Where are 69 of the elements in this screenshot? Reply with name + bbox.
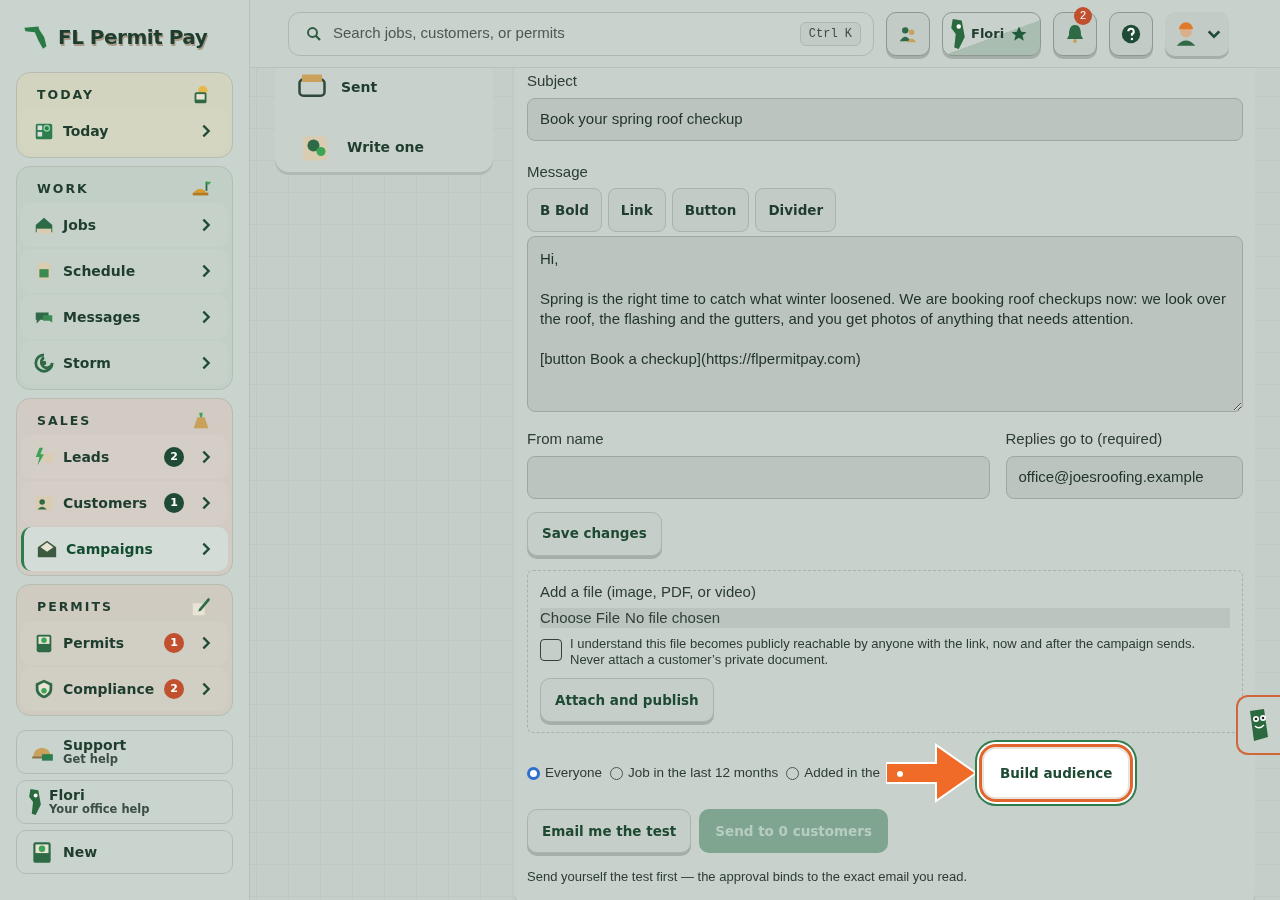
save-button[interactable]: Save changes xyxy=(527,511,662,556)
footer-link[interactable]: New xyxy=(16,830,233,874)
count-badge: 2 xyxy=(164,447,184,467)
link-subtitle: Get help xyxy=(63,753,118,766)
nav-label: Storm xyxy=(63,353,111,373)
help-icon xyxy=(1120,22,1143,45)
format-button[interactable]: Divider xyxy=(755,188,837,232)
pointer-arrow-icon xyxy=(885,743,978,803)
nav-label: Campaigns xyxy=(66,539,153,559)
audience-option[interactable]: Job in the last 12 months xyxy=(610,762,779,784)
footer-link[interactable]: Support Get help xyxy=(16,730,233,774)
link-subtitle: Your office help xyxy=(49,803,150,816)
field-label: Add a file (image, PDF, or video) xyxy=(540,581,757,602)
choose-file-button[interactable]: Choose File xyxy=(540,606,621,630)
count-badge: 2 xyxy=(164,679,184,699)
field-label: Replies go to (required) xyxy=(1005,429,1164,449)
field-label: From name xyxy=(527,429,605,449)
shield-icon xyxy=(33,678,55,700)
footer-link[interactable]: Flori Your office help xyxy=(16,780,233,824)
search-placeholder: Search jobs, customers, or permits xyxy=(333,23,565,44)
format-button[interactable]: Button xyxy=(671,188,750,232)
link-title: Support xyxy=(63,738,127,753)
message-field[interactable]: Hi, Spring is the right time to catch what winter loosened. We are booking roof checkups now: we look over the roof, the flashing and the gutters, and you get photos of anything that needs attention. [button Book a checkup](https://flpermitpay.com) xyxy=(527,236,1243,412)
help-button[interactable] xyxy=(1109,11,1154,56)
swirl-icon xyxy=(33,352,55,374)
panel-link[interactable]: Sent xyxy=(297,68,479,106)
account-menu-button[interactable] xyxy=(1165,11,1230,56)
audience-option[interactable]: Everyone xyxy=(527,762,603,784)
nav-label: Jobs xyxy=(63,215,97,235)
group-title: PERMITS xyxy=(37,597,113,616)
count-badge: 1 xyxy=(164,493,184,513)
file-status: No file chosen xyxy=(625,607,721,628)
field-label: Message xyxy=(527,161,589,182)
nav-label: Customers xyxy=(63,493,148,513)
notification-badge: 2 xyxy=(1074,6,1093,25)
audience-option[interactable]: Added in the xyxy=(786,762,880,784)
help-text: Send yourself the test first — the approval binds to the exact email you read. xyxy=(527,868,969,886)
consent-checkbox[interactable] xyxy=(540,639,562,661)
email-test-button[interactable]: Email me the test xyxy=(527,809,692,853)
panel-link[interactable]: Write one xyxy=(297,116,479,178)
group-title: SALES xyxy=(37,411,92,430)
nav-item[interactable]: Campaigns xyxy=(21,527,228,571)
team-button[interactable] xyxy=(886,11,930,56)
format-button[interactable]: Link xyxy=(607,188,666,232)
nav-label: Schedule xyxy=(63,261,136,281)
attach-button[interactable]: Attach and publish xyxy=(540,678,714,722)
nav-label: Messages xyxy=(63,307,141,327)
search-icon xyxy=(305,24,323,43)
link-title: New xyxy=(63,844,98,860)
count-badge: 1 xyxy=(164,633,184,653)
consent-text: I understand this file becomes publicly reachable by anyone with the link, now and after the campaign sends. Never attach a customer’s private document. xyxy=(570,636,1197,668)
app-logo-text: FL Permit Pay xyxy=(58,24,208,51)
from-name-field[interactable] xyxy=(527,455,990,499)
pen-paper-icon xyxy=(190,596,212,618)
group-title: WORK xyxy=(37,179,89,198)
assistant-button[interactable]: Flori xyxy=(942,11,1042,56)
field-label: Subject xyxy=(527,71,579,91)
mascot-button[interactable] xyxy=(1236,695,1280,755)
link-title: Flori xyxy=(49,788,86,803)
format-button[interactable]: B Bold xyxy=(527,188,602,232)
nav-label: Leads xyxy=(63,447,110,467)
nav-label: Permits xyxy=(63,633,125,653)
reply-to-field[interactable]: office@joesroofing.example xyxy=(1005,455,1243,499)
subject-field[interactable]: Book your spring roof checkup xyxy=(527,97,1243,141)
nav-label: Today xyxy=(63,121,109,141)
group-title: TODAY xyxy=(37,85,95,104)
nav-label: Compliance xyxy=(63,679,155,699)
search-field[interactable]: Search jobs, customers, or permits Ctrl K xyxy=(288,11,874,56)
shortcut-key: Ctrl K xyxy=(799,21,861,46)
